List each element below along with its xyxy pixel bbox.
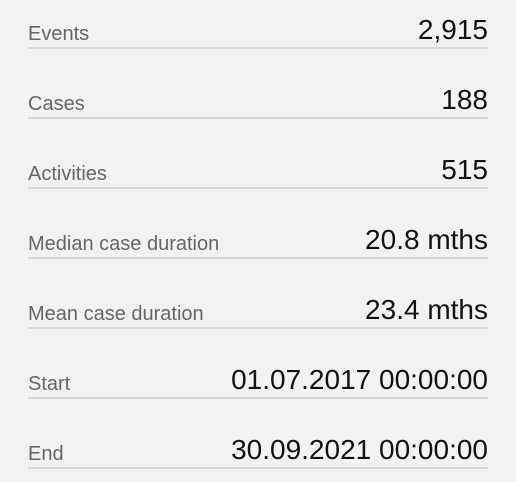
- stat-value-mean-case-duration: 23.4 mths: [365, 294, 488, 325]
- stat-row-events: Events 2,915: [28, 0, 488, 49]
- stat-row-cases: Cases 188: [28, 49, 488, 119]
- stat-value-activities: 515: [441, 154, 488, 185]
- stat-value-start: 01.07.2017 00:00:00: [231, 364, 488, 395]
- stat-row-activities: Activities 515: [28, 119, 488, 189]
- stat-label-end: End: [28, 443, 64, 465]
- stat-value-end: 30.09.2021 00:00:00: [231, 434, 488, 465]
- stat-value-events: 2,915: [417, 14, 488, 45]
- stat-label-activities: Activities: [28, 163, 107, 185]
- stat-row-end: End 30.09.2021 00:00:00: [28, 399, 488, 469]
- stat-label-start: Start: [28, 373, 71, 395]
- stat-value-cases: 188: [441, 84, 488, 115]
- stat-label-cases: Cases: [28, 93, 85, 115]
- stat-row-start: Start 01.07.2017 00:00:00: [28, 329, 488, 399]
- stat-row-mean-case-duration: Mean case duration 23.4 mths: [28, 259, 488, 329]
- stat-row-median-case-duration: Median case duration 20.8 mths: [28, 189, 488, 259]
- stat-label-median-case-duration: Median case duration: [28, 233, 220, 255]
- stat-label-mean-case-duration: Mean case duration: [28, 303, 204, 325]
- log-statistics-panel: Events 2,915 Cases 188 Activities 515 Me…: [28, 0, 488, 469]
- stat-value-median-case-duration: 20.8 mths: [365, 224, 488, 255]
- stat-label-events: Events: [28, 23, 90, 45]
